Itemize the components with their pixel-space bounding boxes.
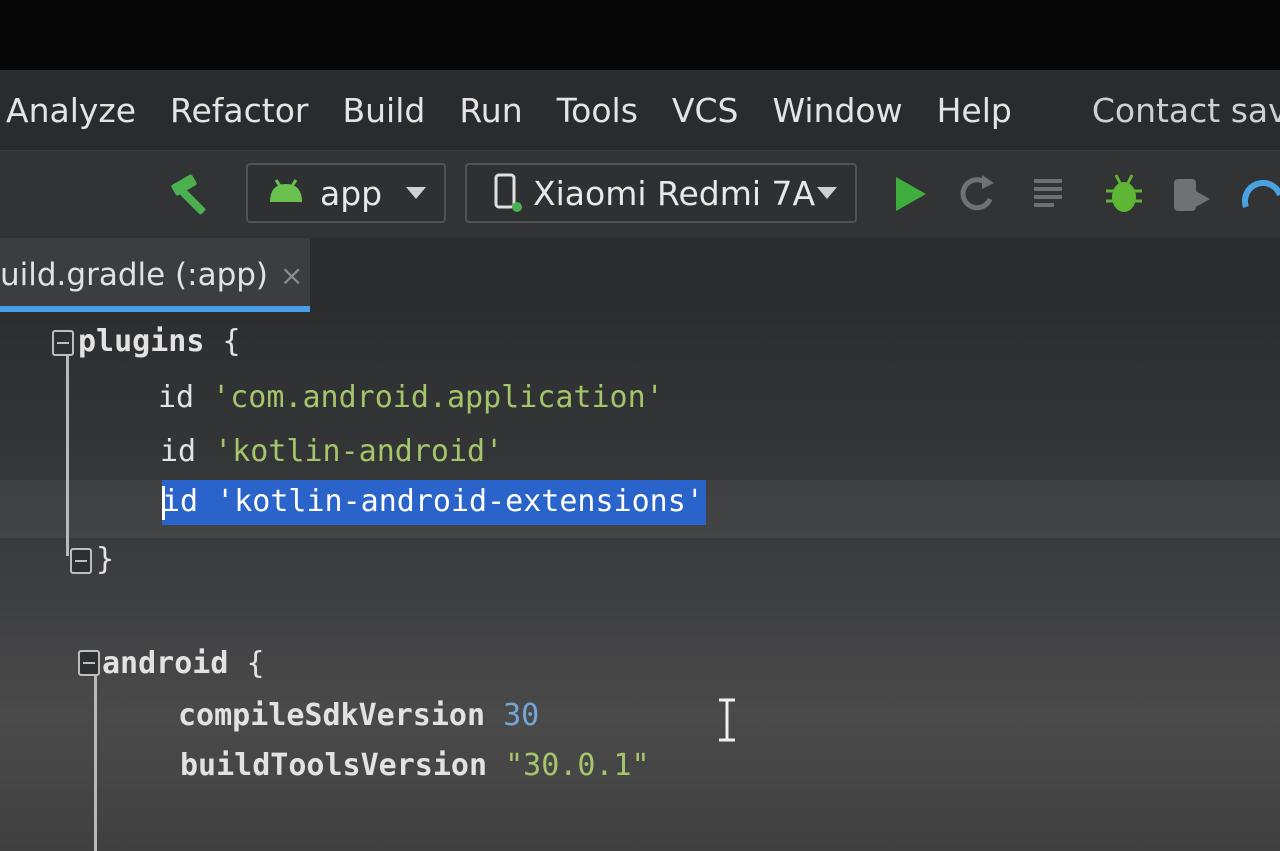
hammer-icon[interactable] [168,169,220,217]
code-brace: { [204,324,241,359]
menu-help-label: Help [936,90,1012,130]
code-brace: { [228,646,265,681]
window-title: Contact saver - b [1091,90,1280,130]
device-label: Xiaomi Redmi 7A [533,173,816,213]
tab-build-gradle[interactable]: uild.gradle (:app) × [0,238,310,312]
code-line-selected: id 'kotlin-android-extensions' [162,480,706,525]
menu-vcs[interactable]: VCS [672,91,739,130]
attach-debugger-icon[interactable] [1170,171,1214,217]
code-keyword: android [102,646,229,681]
code-string: "30.0.1" [487,748,650,783]
menu-build-label: Build [342,90,426,130]
fold-end-icon[interactable] [70,548,92,574]
fold-guide [94,652,97,851]
chevron-down-icon [817,187,837,199]
run-icon[interactable] [888,171,932,217]
code-string: 'kotlin-android' [196,434,504,469]
fold-collapse-icon[interactable] [78,650,100,676]
menu-refactor-label: Refactor [170,90,309,130]
code-line: compileSdkVersion 30 [178,698,539,733]
code-number: 30 [485,698,540,733]
text-cursor-icon [719,698,735,742]
menu-bar: Analyze Refactor Build Run Tools VCS Win… [0,70,1280,150]
run-config-label: app [320,173,383,213]
code-brace: } [96,542,115,577]
code-keyword: compileSdkVersion [178,698,486,733]
code-line: id 'com.android.application' [158,380,664,415]
apply-changes-icon[interactable] [956,171,1000,217]
menu-run[interactable]: Run [459,91,522,130]
code-keyword: buildToolsVersion [180,748,488,783]
menu-analyze[interactable]: Analyze [6,91,136,130]
profiler-icon[interactable] [1240,171,1280,217]
screen-bezel [0,0,1280,70]
device-icon [494,173,522,212]
code-keyword: plugins [78,324,205,359]
code-identifier: id [160,434,197,469]
menu-tools[interactable]: Tools [557,91,638,130]
menu-tools-label: Tools [556,90,638,130]
fold-guide [66,338,69,556]
menu-build[interactable]: Build [342,91,425,130]
close-icon[interactable]: × [280,259,303,292]
code-line: android { [102,646,265,681]
debug-icon[interactable] [1102,171,1146,217]
code-string: 'kotlin-android-extensions' [198,484,704,519]
main-toolbar: app Xiaomi Redmi 7A [0,150,1280,238]
menu-window-label: Window [772,90,903,130]
editor-tab-bar: uild.gradle (:app) × [0,238,1280,312]
menu-vcs-label: VCS [671,90,739,130]
code-string: 'com.android.application' [194,380,664,415]
code-line: } [96,542,114,577]
menu-run-label: Run [459,90,523,130]
fold-collapse-icon[interactable] [52,330,74,356]
apply-code-changes-icon[interactable] [1030,171,1074,217]
menu-analyze-label: Analyze [6,90,137,130]
text-selection: id 'kotlin-android-extensions' [162,480,706,525]
run-config-selector[interactable]: app [246,163,446,223]
chevron-down-icon [406,187,426,199]
tab-label: uild.gradle (:app) [0,257,269,293]
code-identifier: id [158,380,195,415]
menu-refactor[interactable]: Refactor [170,91,308,130]
code-line: id 'kotlin-android' [160,434,503,469]
android-icon [270,179,302,202]
code-line: buildToolsVersion "30.0.1" [180,748,650,783]
menu-help[interactable]: Help [937,91,1012,130]
device-selector[interactable]: Xiaomi Redmi 7A [465,163,857,223]
code-editor[interactable]: plugins { id 'com.android.application' i… [0,312,1280,851]
code-line: plugins { [78,324,241,359]
menu-window[interactable]: Window [772,91,902,130]
code-identifier: id [162,484,199,519]
